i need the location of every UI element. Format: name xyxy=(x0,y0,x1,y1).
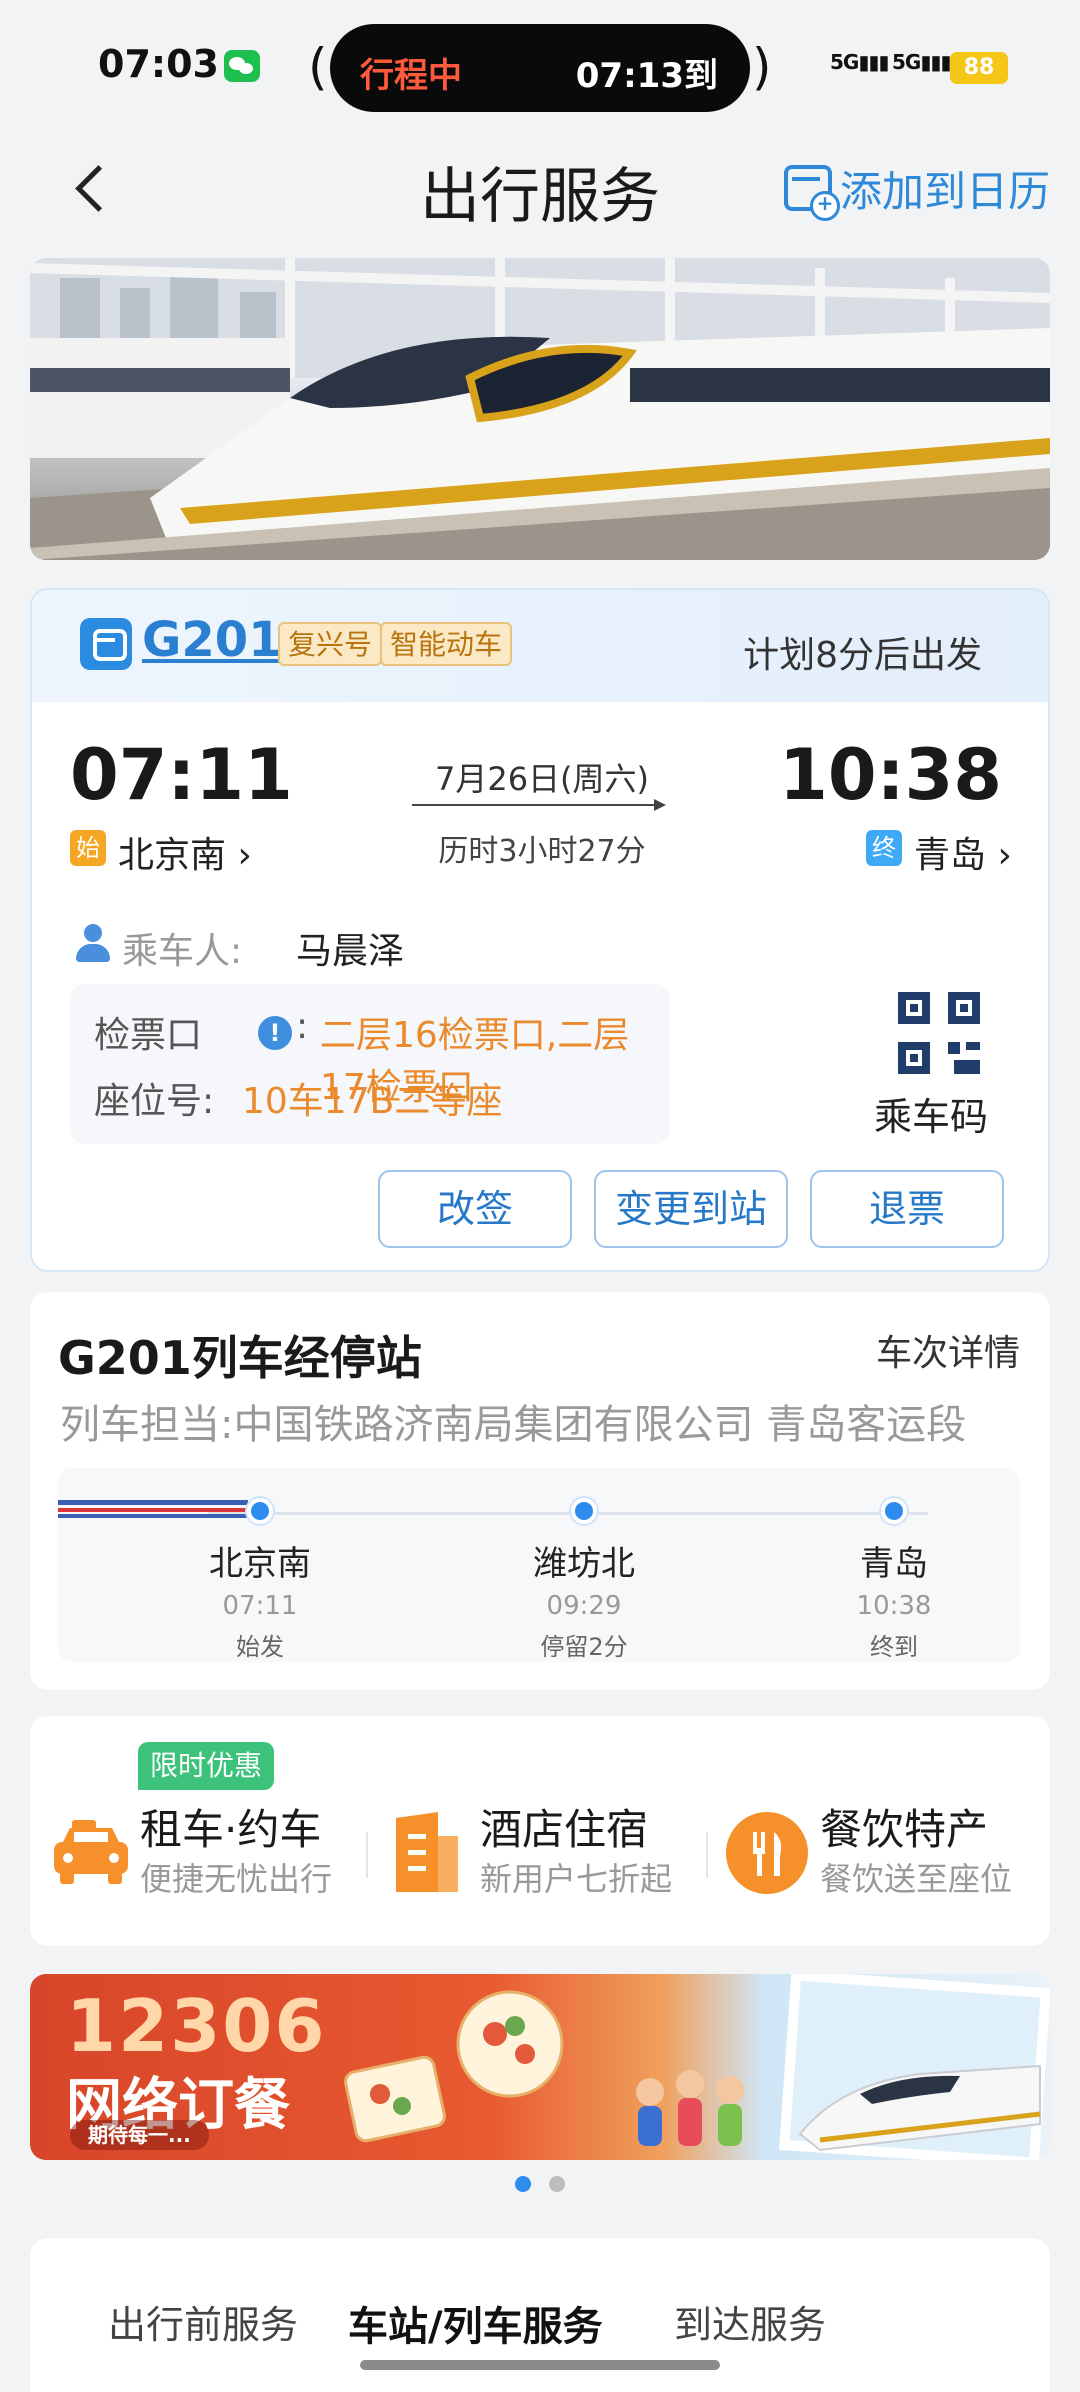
status-time: 07:03 xyxy=(98,42,219,86)
depart-time: 07:11 xyxy=(70,734,293,816)
signal-icon-1: 5G▮▮▮ xyxy=(830,50,889,74)
train-details-link[interactable]: 车次详情 xyxy=(876,1324,1020,1376)
origin-station[interactable]: 北京南 › xyxy=(118,826,252,878)
wechat-icon xyxy=(224,50,260,82)
car-icon xyxy=(54,1820,128,1884)
island-eta: 07:13到 xyxy=(575,56,718,96)
gate-label: 检票口 xyxy=(94,1015,203,1056)
train-number-link[interactable]: G201 xyxy=(142,612,282,668)
reschedule-button[interactable]: 改签 xyxy=(378,1170,572,1248)
meal-order-banner[interactable]: 12306 网络订餐 期待每一... xyxy=(30,1974,1050,2160)
route-timeline[interactable]: 北京南 07:11 始发 潍坊北 09:29 停留2分 青岛 10:38 终到 xyxy=(58,1468,1020,1662)
train-operator: 列车担当:中国铁路济南局集团有限公司 青岛客运段 xyxy=(60,1402,967,1448)
route-arrow xyxy=(412,799,666,811)
travel-duration: 历时3小时27分 xyxy=(438,834,646,869)
arrive-time: 10:38 xyxy=(779,734,1002,816)
island-left-paren: ( xyxy=(308,38,328,96)
change-destination-button[interactable]: 变更到站 xyxy=(594,1170,788,1248)
banner-illustration xyxy=(344,1974,1050,2160)
stop-dot xyxy=(571,1498,597,1524)
carousel-dot-active[interactable] xyxy=(515,2176,532,2192)
tab-pre-trip[interactable]: 出行前服务 xyxy=(108,2294,298,2349)
travel-services-card: 限时优惠 租车·约车 便捷无忧出行 酒店住宿 新用户七折起 餐饮特产 餐饮送至座… xyxy=(30,1716,1050,1946)
divider xyxy=(706,1832,708,1878)
tab-station-train[interactable]: 车站/列车服务 xyxy=(348,2294,603,2352)
stop-note: 终到 xyxy=(870,1633,918,1661)
stop-note: 停留2分 xyxy=(540,1633,628,1661)
carousel-dot[interactable] xyxy=(548,2176,565,2192)
stop-name: 青岛 xyxy=(860,1544,928,1584)
stops-title: G201列车经停站 xyxy=(58,1331,422,1385)
island-status: 行程中 xyxy=(360,56,462,96)
stop-name: 北京南 xyxy=(209,1544,311,1584)
banner-pill: 期待每一... xyxy=(70,2120,209,2150)
boarding-code-label[interactable]: 乘车码 xyxy=(874,1086,988,1141)
train-hero-image xyxy=(30,258,1050,560)
stop-note: 始发 xyxy=(236,1633,284,1661)
limited-offer-badge: 限时优惠 xyxy=(138,1742,275,1790)
divider xyxy=(366,1832,368,1878)
nav-bar: 出行服务 添加到日历 xyxy=(0,130,1080,246)
departure-countdown: 计划8分后出发 xyxy=(743,635,982,676)
seat-value: 10车17B二等座 xyxy=(242,1081,503,1122)
ticket-card: G201 复兴号 智能动车 计划8分后出发 07:11 7月26日(周六) 历时… xyxy=(30,588,1050,1272)
destination-badge: 终 xyxy=(866,830,902,866)
calendar-add-icon xyxy=(784,165,840,221)
island-right-paren: ) xyxy=(752,38,772,96)
dynamic-island-trip[interactable]: 行程中 07:13到 xyxy=(330,24,750,112)
gate-info-icon[interactable]: ! xyxy=(258,1016,292,1050)
banner-headline: 12306 xyxy=(66,1984,327,2068)
service-title: 餐饮特产 xyxy=(820,1805,989,1854)
stop-destination: 青岛 10:38 终到 xyxy=(804,1498,984,1662)
stop-origin: 北京南 07:11 始发 xyxy=(170,1498,350,1662)
food-icon xyxy=(726,1812,808,1894)
tag-fuxing: 复兴号 xyxy=(278,622,383,666)
passenger-name: 马晨泽 xyxy=(296,931,405,972)
add-to-calendar-label: 添加到日历 xyxy=(840,166,1051,216)
refund-button[interactable]: 退票 xyxy=(810,1170,1004,1248)
service-title: 酒店住宿 xyxy=(480,1805,649,1854)
stop-time: 10:38 xyxy=(856,1591,932,1621)
gate-colon: : xyxy=(296,1006,309,1047)
battery-indicator: 88 xyxy=(950,52,1008,84)
tag-smart-emu: 智能动车 xyxy=(380,622,513,666)
travel-date: 7月26日(周六) xyxy=(434,760,650,798)
passenger-icon xyxy=(72,924,112,964)
train-icon xyxy=(80,618,132,670)
stop-time: 09:29 xyxy=(546,1591,622,1621)
ticket-header: G201 复兴号 智能动车 计划8分后出发 xyxy=(32,590,1048,702)
service-title: 租车·约车 xyxy=(140,1805,322,1854)
stop-middle: 潍坊北 09:29 停留2分 xyxy=(494,1498,674,1662)
service-subtitle: 便捷无忧出行 xyxy=(140,1860,333,1898)
seat-label: 座位号: xyxy=(94,1081,215,1122)
add-to-calendar-button[interactable]: 添加到日历 xyxy=(784,160,1051,221)
carousel-indicator[interactable] xyxy=(0,2176,1080,2196)
passenger-label: 乘车人: xyxy=(122,931,243,972)
stop-dot xyxy=(881,1498,907,1524)
qr-code-icon[interactable] xyxy=(898,992,980,1074)
stop-name: 潍坊北 xyxy=(533,1544,635,1584)
gate-seat-info: 检票口 ! : 二层16检票口,二层17检票口 座位号: 10车17B二等座 xyxy=(70,984,670,1144)
destination-station[interactable]: 青岛 › xyxy=(914,826,1012,878)
hotel-icon xyxy=(396,1812,458,1892)
service-subtitle: 餐饮送至座位 xyxy=(820,1860,1013,1898)
train-stops-card: G201列车经停站 车次详情 列车担当:中国铁路济南局集团有限公司 青岛客运段 … xyxy=(30,1292,1050,1690)
tab-arrival[interactable]: 到达服务 xyxy=(674,2294,826,2349)
stop-time: 07:11 xyxy=(222,1591,298,1621)
service-subtitle: 新用户七折起 xyxy=(480,1860,673,1898)
signal-icon-2: 5G▮▮▮ xyxy=(892,50,951,74)
status-bar: 07:03 ( 行程中 07:13到 ) 5G▮▮▮ 5G▮▮▮ 88 xyxy=(0,0,1080,130)
home-indicator[interactable] xyxy=(360,2360,720,2370)
stop-dot xyxy=(247,1498,273,1524)
origin-badge: 始 xyxy=(70,830,106,866)
